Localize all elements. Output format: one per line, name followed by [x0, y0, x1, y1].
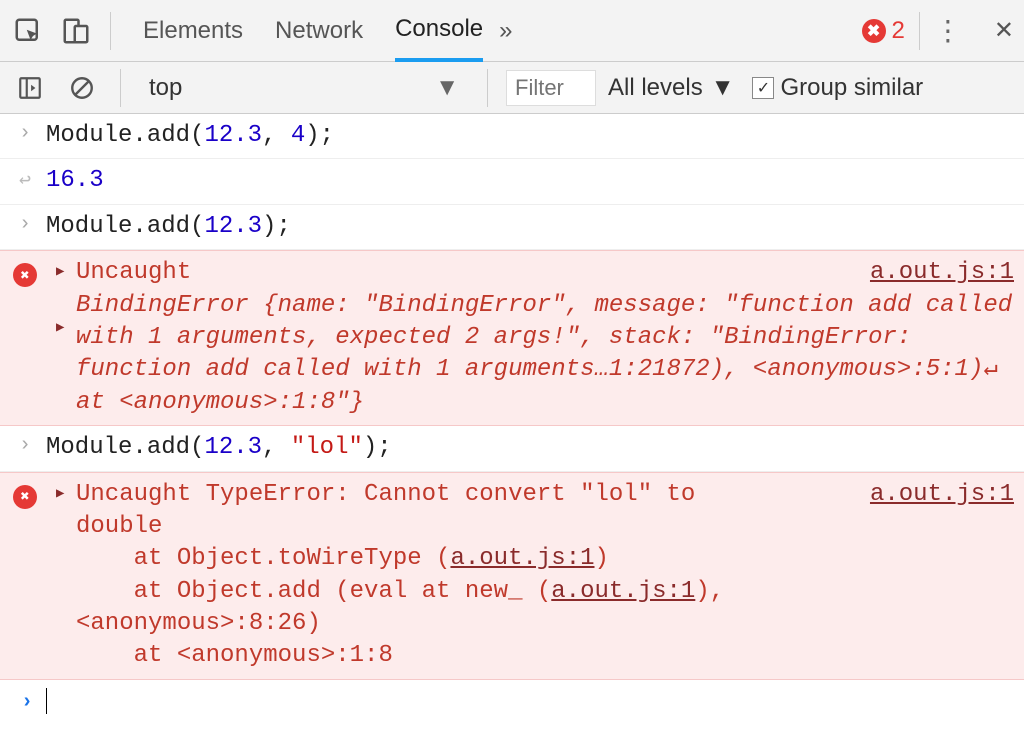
checkbox-checked-icon: ✓	[752, 77, 774, 99]
code: Module.add(	[46, 122, 204, 149]
source-link[interactable]: a.out.js:1	[870, 257, 1014, 289]
stack-line: ),	[695, 578, 724, 605]
tab-network[interactable]: Network	[275, 0, 363, 61]
input-prompt-icon: ›	[8, 432, 42, 457]
disclosure-triangle-icon[interactable]: ▶	[56, 263, 64, 282]
error-count: 2	[892, 17, 905, 45]
source-link[interactable]: a.out.js:1	[551, 578, 695, 605]
source-link[interactable]: a.out.js:1	[870, 479, 1014, 511]
context-label: top	[149, 74, 182, 102]
disclosure-triangle-icon[interactable]: ▶	[56, 485, 64, 504]
text-caret	[46, 688, 47, 714]
error-count-badge[interactable]: ✖ 2	[862, 17, 905, 45]
close-icon[interactable]: ✕	[994, 16, 1014, 45]
console-input-row: › Module.add(12.3);	[0, 205, 1024, 250]
prompt-icon: ›	[10, 689, 44, 714]
console-expression[interactable]: Module.add(12.3);	[42, 211, 1014, 243]
separator	[120, 69, 121, 107]
error-message[interactable]: a.out.js:1 ▶ Uncaught TypeError: Cannot …	[42, 479, 1014, 673]
source-link[interactable]: a.out.js:1	[450, 545, 594, 572]
console-result[interactable]: 16.3	[42, 165, 1014, 197]
error-icon: ✖	[13, 485, 37, 509]
input-prompt-icon: ›	[8, 211, 42, 236]
inspect-element-icon[interactable]	[8, 11, 48, 51]
console-input-row: › Module.add(12.3, "lol");	[0, 426, 1024, 471]
context-selector[interactable]: top ▼	[139, 69, 469, 107]
stack-line: <anonymous>:8:26)	[76, 610, 321, 637]
tab-console[interactable]: Console	[395, 0, 483, 62]
error-message[interactable]: a.out.js:1 ▶ Uncaught ▶ BindingError {na…	[42, 257, 1014, 419]
devtools-tabbar: Elements Network Console » ✖ 2 ⋮ ✕	[0, 0, 1024, 62]
error-head: Uncaught TypeError: Cannot convert "lol"…	[76, 481, 695, 508]
console-expression[interactable]: Module.add(12.3, 4);	[42, 120, 1014, 152]
code: );	[363, 434, 392, 461]
error-icon: ✖	[862, 19, 886, 43]
code: ,	[262, 122, 291, 149]
console-input-row: › Module.add(12.3, 4);	[0, 114, 1024, 159]
separator	[110, 12, 111, 50]
filter-input[interactable]	[506, 70, 596, 106]
console-prompt-row[interactable]: ›	[0, 680, 1024, 723]
code: );	[262, 213, 291, 240]
console-error-row: ✖ a.out.js:1 ▶ Uncaught ▶ BindingError {…	[0, 250, 1024, 426]
console-error-row: ✖ a.out.js:1 ▶ Uncaught TypeError: Canno…	[0, 472, 1024, 680]
console-output: › Module.add(12.3, 4); ↩ 16.3 › Module.a…	[0, 114, 1024, 723]
code: ,	[262, 434, 291, 461]
input-prompt-icon: ›	[8, 120, 42, 145]
group-similar-label: Group similar	[780, 74, 923, 102]
panel-tabs: Elements Network Console	[143, 0, 483, 61]
console-expression[interactable]: Module.add(12.3, "lol");	[42, 432, 1014, 464]
log-levels-selector[interactable]: All levels ▼	[608, 74, 734, 102]
number: 4	[291, 122, 305, 149]
stack-line: at Object.toWireType (	[76, 545, 450, 572]
stack-line: at Object.add (eval at new_ (	[76, 578, 551, 605]
stack-line: at <anonymous>:1:8	[76, 642, 393, 669]
log-levels-label: All levels	[608, 74, 703, 102]
kebab-menu-icon[interactable]: ⋮	[934, 14, 964, 47]
error-line: double	[76, 513, 162, 540]
chevron-down-icon: ▼	[435, 74, 459, 102]
stack-line: )	[595, 545, 609, 572]
output-prompt-icon: ↩	[8, 165, 42, 193]
console-result-row: ↩ 16.3	[0, 159, 1024, 204]
error-head: Uncaught	[76, 259, 191, 286]
clear-console-icon[interactable]	[62, 68, 102, 108]
code: Module.add(	[46, 213, 204, 240]
console-toolbar: top ▼ All levels ▼ ✓ Group similar	[0, 62, 1024, 114]
error-icon: ✖	[13, 263, 37, 287]
number: 16.3	[46, 167, 104, 194]
code: Module.add(	[46, 434, 204, 461]
number: 12.3	[204, 122, 262, 149]
tab-elements[interactable]: Elements	[143, 0, 243, 61]
device-toolbar-icon[interactable]	[56, 11, 96, 51]
chevron-down-icon: ▼	[711, 74, 735, 102]
error-body: BindingError {name: "BindingError", mess…	[76, 292, 1012, 416]
number: 12.3	[204, 434, 262, 461]
more-tabs-icon[interactable]: »	[499, 17, 512, 45]
string: "lol"	[291, 434, 363, 461]
code: );	[305, 122, 334, 149]
group-similar-toggle[interactable]: ✓ Group similar	[752, 74, 923, 102]
disclosure-triangle-icon[interactable]: ▶	[56, 319, 64, 338]
show-console-sidebar-icon[interactable]	[10, 68, 50, 108]
console-input[interactable]	[44, 688, 47, 715]
separator	[487, 69, 488, 107]
number: 12.3	[204, 213, 262, 240]
separator	[919, 12, 920, 50]
